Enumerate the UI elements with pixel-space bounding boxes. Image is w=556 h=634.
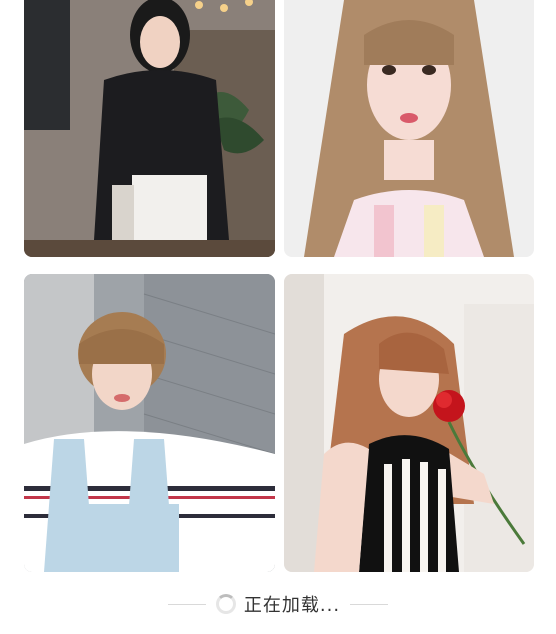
feed-image-card[interactable] xyxy=(284,274,534,572)
image-grid xyxy=(24,0,534,572)
divider-left xyxy=(167,603,206,605)
loading-text: 正在加载... xyxy=(243,595,341,616)
photo-woman-short-hair-overalls-icon xyxy=(24,274,275,572)
photo-woman-long-light-brown-hair-icon xyxy=(284,0,534,257)
spinner-icon xyxy=(215,594,236,614)
loading-indicator: 正在加载... xyxy=(0,584,556,624)
photo-woman-red-rose-icon xyxy=(284,274,534,572)
photo-woman-black-lace-top-icon xyxy=(24,0,275,257)
feed-image-card[interactable] xyxy=(24,274,275,572)
divider-right xyxy=(350,603,389,605)
feed-image-card[interactable] xyxy=(284,0,534,257)
image-feed: 正在加载... xyxy=(0,0,556,634)
feed-image-card[interactable] xyxy=(24,0,275,257)
